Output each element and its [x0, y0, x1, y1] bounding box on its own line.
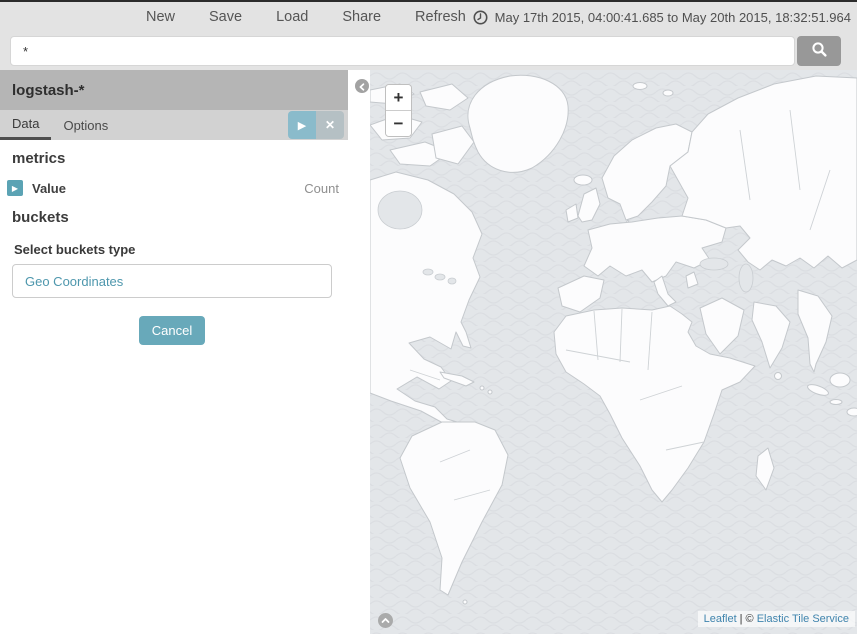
buckets-heading: buckets	[12, 209, 340, 226]
nav-menu: New Save Load Share Refresh	[0, 9, 466, 25]
world-map-tiles	[370, 70, 857, 634]
attribution-separator: |	[740, 613, 743, 625]
caret-right-icon: ▶	[12, 184, 18, 193]
close-icon: ✕	[325, 118, 335, 132]
query-bar	[0, 32, 857, 70]
index-pattern-title: logstash-*	[12, 82, 85, 99]
zoom-in-button[interactable]: +	[386, 85, 411, 110]
fit-data-bounds-button[interactable]	[378, 613, 393, 628]
elastic-tile-service-link[interactable]: Elastic Tile Service	[757, 613, 849, 625]
cancel-button[interactable]: Cancel	[139, 316, 205, 345]
tab-actions: ▶ ✕	[288, 111, 344, 139]
metrics-heading: metrics	[12, 150, 340, 167]
tile-map[interactable]: + − Leaflet|© Elastic Tile Service	[370, 70, 857, 634]
nav-item-new[interactable]: New	[146, 9, 175, 25]
chevron-up-icon	[381, 613, 390, 628]
expand-metric-button[interactable]: ▶	[7, 180, 23, 196]
index-pattern-header: logstash-*	[0, 70, 348, 110]
metric-agg-value: Count	[304, 181, 340, 196]
copyright-symbol: ©	[746, 613, 754, 625]
cancel-wrap: Cancel	[12, 316, 332, 345]
nav-item-load[interactable]: Load	[276, 9, 308, 25]
play-icon: ▶	[298, 119, 306, 132]
zoom-out-button[interactable]: −	[386, 111, 411, 136]
top-navbar: New Save Load Share Refresh May 17th 201…	[0, 2, 857, 32]
clock-icon	[473, 10, 488, 25]
nav-item-refresh[interactable]: Refresh	[415, 9, 466, 25]
tab-data[interactable]: Data	[0, 110, 51, 140]
map-attribution: Leaflet|© Elastic Tile Service	[698, 611, 855, 627]
metric-row-value[interactable]: ▶ Value Count	[7, 175, 340, 201]
nav-item-share[interactable]: Share	[342, 9, 381, 25]
sidebar-collapse-button[interactable]	[355, 79, 369, 93]
time-range-picker[interactable]: May 17th 2015, 04:00:41.685 to May 20th …	[473, 10, 857, 25]
search-button[interactable]	[797, 36, 841, 66]
discard-changes-button[interactable]: ✕	[316, 111, 344, 139]
sidebar-content: metrics ▶ Value Count buckets Select buc…	[0, 140, 348, 345]
tab-options[interactable]: Options	[51, 110, 120, 140]
search-input[interactable]	[10, 36, 795, 66]
select-buckets-type-label: Select buckets type	[14, 242, 340, 257]
nav-item-save[interactable]: Save	[209, 9, 242, 25]
magnifier-icon	[811, 41, 828, 61]
sidebar-tabbar: Data Options ▶ ✕	[0, 110, 348, 140]
chevron-left-icon	[358, 79, 366, 94]
vis-config-sidebar: logstash-* Data Options ▶ ✕ metrics ▶ Va…	[0, 70, 348, 634]
visualize-editor: New Save Load Share Refresh May 17th 201…	[0, 0, 857, 634]
leaflet-link[interactable]: Leaflet	[704, 613, 737, 625]
time-range-text: May 17th 2015, 04:00:41.685 to May 20th …	[495, 10, 851, 25]
metric-label: Value	[32, 181, 66, 196]
bucket-type-value: Geo Coordinates	[25, 274, 123, 289]
bucket-type-select[interactable]: Geo Coordinates	[12, 264, 332, 298]
apply-changes-button[interactable]: ▶	[288, 111, 316, 139]
map-zoom-control: + −	[385, 84, 412, 137]
